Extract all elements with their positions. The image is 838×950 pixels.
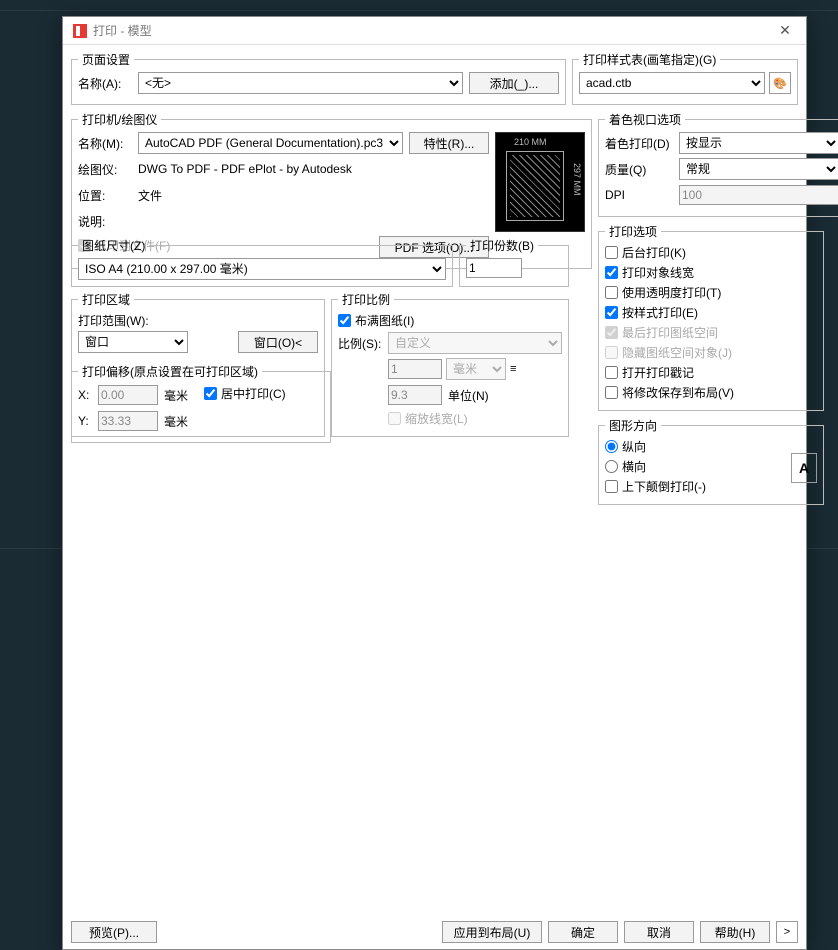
dialog-title: 打印 - 模型	[93, 22, 152, 39]
shaded-legend: 着色视口选项	[605, 111, 685, 128]
page-setup-group: 页面设置 名称(A): <无> 添加(_)...	[71, 51, 566, 105]
description-label: 说明:	[78, 213, 138, 230]
offset-y-label: Y:	[78, 414, 98, 428]
center-plot-checkbox[interactable]: 居中打印(C)	[204, 385, 286, 402]
plot-styles-checkbox[interactable]: 按样式打印(E)	[605, 304, 817, 321]
plot-style-select[interactable]: acad.ctb	[579, 72, 765, 94]
help-button[interactable]: 帮助(H)	[700, 921, 770, 943]
plot-style-legend: 打印样式表(画笔指定)(G)	[579, 51, 720, 68]
shade-plot-label: 着色打印(D)	[605, 135, 679, 152]
scale-unit-a-input	[388, 359, 442, 379]
add-page-setup-button[interactable]: 添加(_)...	[469, 72, 559, 94]
printer-legend: 打印机/绘图仪	[78, 111, 161, 128]
dpi-input	[679, 185, 838, 205]
offset-y-input	[98, 411, 158, 431]
autocad-logo-icon	[73, 24, 87, 38]
scale-unit-a-select: 毫米	[446, 358, 506, 380]
portrait-radio[interactable]: 纵向	[605, 438, 791, 455]
apply-to-layout-button[interactable]: 应用到布局(U)	[442, 921, 542, 943]
close-icon[interactable]: ✕	[770, 22, 800, 39]
copies-group: 打印份数(B)	[459, 237, 569, 287]
plot-style-edit-icon[interactable]: 🎨	[769, 72, 791, 94]
paperspace-last-checkbox: 最后打印图纸空间	[605, 324, 817, 341]
quality-select[interactable]: 常规	[679, 158, 838, 180]
printer-name-label: 名称(M):	[78, 135, 138, 152]
transparency-checkbox[interactable]: 使用透明度打印(T)	[605, 284, 817, 301]
scale-lineweights-checkbox: 缩放线宽(L)	[388, 410, 562, 427]
window-button[interactable]: 窗口(O)<	[238, 331, 318, 353]
ok-button[interactable]: 确定	[548, 921, 618, 943]
preview-button[interactable]: 预览(P)...	[71, 921, 157, 943]
scale-select: 自定义	[388, 332, 562, 354]
offset-x-label: X:	[78, 388, 98, 402]
plot-scale-group: 打印比例 布满图纸(I) 比例(S): 自定义 毫米 ≡ 单位(N) 缩	[331, 291, 569, 437]
landscape-radio[interactable]: 横向	[605, 458, 791, 475]
orientation-legend: 图形方向	[605, 417, 661, 434]
shade-plot-select[interactable]: 按显示	[679, 132, 838, 154]
fit-to-paper-checkbox[interactable]: 布满图纸(I)	[338, 312, 562, 329]
quality-label: 质量(Q)	[605, 161, 679, 178]
page-setup-name-select[interactable]: <无>	[138, 72, 463, 94]
save-changes-checkbox[interactable]: 将修改保存到布局(V)	[605, 384, 817, 401]
lineweights-checkbox[interactable]: 打印对象线宽	[605, 264, 817, 281]
preview-height: 297 MM	[572, 163, 582, 196]
paper-preview: 210 MM 297 MM	[495, 132, 585, 232]
plotter-value: DWG To PDF - PDF ePlot - by Autodesk	[138, 162, 352, 176]
scale-unit-b-label: 单位(N)	[448, 387, 508, 404]
offset-x-input	[98, 385, 158, 405]
scale-label: 比例(S):	[338, 335, 388, 352]
paper-size-select[interactable]: ISO A4 (210.00 x 297.00 毫米)	[78, 258, 446, 280]
plot-options-group: 打印选项 后台打印(K) 打印对象线宽 使用透明度打印(T) 按样式打印(E) …	[598, 223, 824, 411]
preview-width: 210 MM	[514, 137, 547, 147]
scale-unit-b-input	[388, 385, 442, 405]
copies-legend: 打印份数(B)	[466, 237, 538, 254]
plot-scale-legend: 打印比例	[338, 291, 394, 308]
shaded-viewport-group: 着色视口选项 着色打印(D) 按显示 质量(Q) 常规 DPI	[598, 111, 838, 217]
plot-area-select[interactable]: 窗口	[78, 331, 188, 353]
plot-offset-legend: 打印偏移(原点设置在可打印区域)	[78, 363, 262, 380]
expand-icon[interactable]: >	[776, 921, 798, 943]
copies-input[interactable]	[466, 258, 522, 278]
cancel-button[interactable]: 取消	[624, 921, 694, 943]
orientation-group: 图形方向 纵向 横向 上下颠倒打印(-) A	[598, 417, 824, 505]
paper-size-legend: 图纸尺寸(Z)	[78, 237, 149, 254]
plot-offset-group: 打印偏移(原点设置在可打印区域) X: 毫米 居中打印(C) Y: 毫米	[71, 363, 331, 443]
page-setup-name-label: 名称(A):	[78, 75, 138, 92]
upside-down-checkbox[interactable]: 上下颠倒打印(-)	[605, 478, 791, 495]
titlebar: 打印 - 模型 ✕	[63, 17, 806, 45]
page-setup-legend: 页面设置	[78, 51, 134, 68]
hide-paperspace-checkbox: 隐藏图纸空间对象(J)	[605, 344, 817, 361]
what-to-plot-label: 打印范围(W):	[78, 312, 318, 329]
location-label: 位置:	[78, 187, 138, 204]
plot-area-legend: 打印区域	[78, 291, 134, 308]
plot-options-legend: 打印选项	[605, 223, 661, 240]
plot-stamp-checkbox[interactable]: 打开打印戳记	[605, 364, 817, 381]
plot-style-group: 打印样式表(画笔指定)(G) acad.ctb 🎨	[572, 51, 798, 105]
location-value: 文件	[138, 187, 162, 204]
printer-name-select[interactable]: AutoCAD PDF (General Documentation).pc3	[138, 132, 403, 154]
dpi-label: DPI	[605, 188, 679, 202]
plotter-label: 绘图仪:	[78, 161, 138, 178]
printer-properties-button[interactable]: 特性(R)...	[409, 132, 489, 154]
paper-size-group: 图纸尺寸(Z) ISO A4 (210.00 x 297.00 毫米)	[71, 237, 453, 287]
background-plot-checkbox[interactable]: 后台打印(K)	[605, 244, 817, 261]
orientation-preview-icon: A	[791, 453, 817, 483]
plot-dialog: 打印 - 模型 ✕ 页面设置 名称(A): <无> 添加(_)...	[62, 16, 807, 950]
